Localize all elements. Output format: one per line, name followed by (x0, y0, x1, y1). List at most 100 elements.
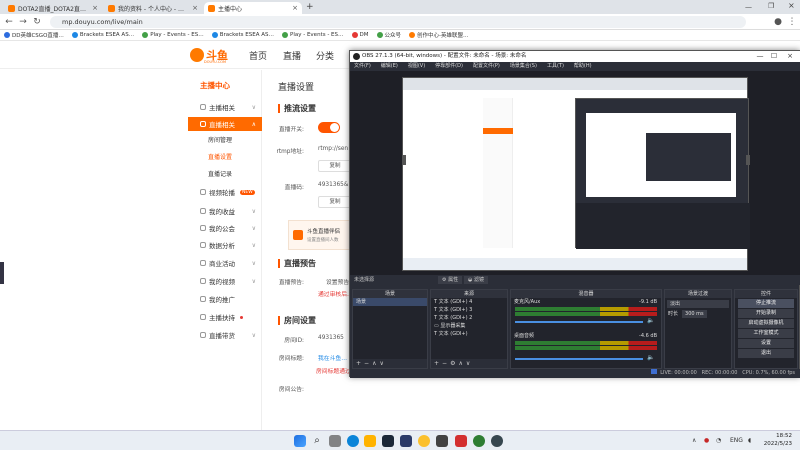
up-icon[interactable]: ∧ (458, 360, 465, 367)
source-item[interactable]: T 文本 (GDI+) (431, 330, 507, 338)
close-window-icon[interactable]: × (788, 1, 795, 10)
remove-icon[interactable]: − (364, 360, 372, 367)
app-icon[interactable] (400, 435, 412, 447)
sidebar-sub-live-settings[interactable]: 直播设置 (188, 151, 262, 165)
menu-profile[interactable]: 配置文件(P) (473, 62, 500, 71)
sidebar-item-business[interactable]: 商业活动 ∨ (188, 256, 262, 270)
bookmark-item[interactable]: Play - Events - ES… (282, 32, 344, 38)
obs-preview[interactable] (350, 71, 800, 275)
speaker-icon[interactable]: 🔈 (647, 317, 654, 324)
app-icon[interactable] (436, 435, 448, 447)
menu-tools[interactable]: 工具(T) (547, 62, 564, 71)
browser-tab-anchor-center[interactable]: 主播中心 × (204, 2, 302, 14)
copy-rtmp-button[interactable]: 复制 (318, 160, 352, 172)
app-icon[interactable] (455, 435, 467, 447)
bookmark-item[interactable]: 创作中心-英雄联盟… (409, 31, 469, 39)
bookmark-item[interactable]: Brackets ESEA AS… (211, 32, 274, 38)
stream-toggle[interactable] (318, 122, 340, 133)
source-item[interactable]: ▭ 显示器采集 (431, 322, 507, 330)
menu-help[interactable]: 帮助(H) (574, 62, 592, 71)
bookmark-item[interactable]: DD英雄CSGO直播… (4, 31, 64, 39)
copy-code-button[interactable]: 复制 (318, 196, 352, 208)
close-icon[interactable]: × (292, 4, 298, 12)
start-icon[interactable] (294, 435, 306, 447)
side-panel-grip[interactable] (0, 262, 4, 284)
bookmark-item[interactable]: 公众号 (376, 31, 401, 39)
virtual-camera-button[interactable]: 启动虚拟摄像机 (738, 319, 794, 328)
clock[interactable]: 18:52 2022/5/23 (732, 432, 792, 448)
antivirus-icon[interactable]: ● (704, 437, 709, 444)
menu-kebab-icon[interactable]: ⋮ (786, 16, 798, 28)
close-icon[interactable]: × (783, 51, 797, 62)
bookmark-item[interactable]: Play - Events - ES… (142, 32, 204, 38)
wechat-icon[interactable] (473, 435, 485, 447)
filters-button[interactable]: ◒ 滤镜 (464, 276, 488, 284)
browser-tab-profile[interactable]: 我的资料 - 个人中心 - 斗鱼 × (104, 2, 202, 14)
down-icon[interactable]: ∨ (466, 360, 473, 367)
source-item[interactable]: T 文本 (GDI+) 4 (431, 298, 507, 306)
bookmark-item[interactable]: DM (351, 32, 369, 38)
steam-icon[interactable] (382, 435, 394, 447)
studio-mode-button[interactable]: 工作室模式 (738, 329, 794, 338)
chrome-icon[interactable] (418, 435, 430, 447)
task-view-icon[interactable] (329, 435, 341, 447)
sidebar-item-live[interactable]: 直播相关 ∧ (188, 117, 262, 131)
minimize-icon[interactable]: — (753, 51, 767, 62)
menu-view[interactable]: 视图(V) (408, 62, 425, 71)
close-icon[interactable]: × (92, 4, 98, 12)
sidebar-item-my-videos[interactable]: 我的视频 ∨ (188, 274, 262, 288)
sidebar-sub-live-records[interactable]: 直播记录 (188, 168, 262, 182)
new-tab-button[interactable]: + (306, 2, 314, 12)
edge-icon[interactable] (347, 435, 359, 447)
sidebar-item-promotion[interactable]: 我的推广 (188, 292, 262, 306)
speaker-icon[interactable]: 🔈 (647, 354, 654, 361)
chat-icon[interactable]: ◔ (716, 437, 721, 444)
preview-handle-right[interactable] (746, 155, 750, 165)
obs-taskbar-icon[interactable] (491, 435, 503, 447)
menu-file[interactable]: 文件(F) (354, 62, 371, 71)
maximize-icon[interactable]: ☐ (767, 51, 781, 62)
bookmark-item[interactable]: Brackets ESEA AS… (71, 32, 134, 38)
menu-docks[interactable]: 停靠部件(D) (435, 62, 463, 71)
minimize-icon[interactable]: — (745, 3, 752, 11)
scene-item[interactable]: 场景 (353, 298, 427, 306)
chevron-up-icon[interactable]: ∧ (692, 437, 696, 444)
volume-slider[interactable] (515, 358, 643, 360)
settings-button[interactable]: 设置 (738, 339, 794, 348)
nav-home[interactable]: 首页 (249, 49, 267, 62)
preview-handle-left[interactable] (402, 155, 406, 165)
file-explorer-icon[interactable] (364, 435, 376, 447)
down-icon[interactable]: ∨ (379, 360, 386, 367)
menu-edit[interactable]: 编辑(E) (381, 62, 398, 71)
close-icon[interactable]: × (192, 4, 198, 12)
sidebar-item-income[interactable]: 我的收益 ∨ (188, 204, 262, 218)
sidebar-item-video-loop[interactable]: 视频轮播 NEW (188, 185, 262, 199)
add-icon[interactable]: + (434, 360, 442, 367)
room-title-value[interactable]: 我在斗鱼… (318, 353, 347, 362)
companion-promo[interactable]: 斗鱼直播伴侣 设置直播间人数 (288, 220, 354, 250)
sidebar-item-support[interactable]: 主播扶持 (188, 310, 262, 324)
start-recording-button[interactable]: 开始录制 (738, 309, 794, 318)
volume-slider[interactable] (515, 321, 643, 323)
reload-icon[interactable]: ↻ (31, 16, 43, 28)
preview-value[interactable]: 设置预告 (326, 277, 349, 286)
source-item[interactable]: T 文本 (GDI+) 3 (431, 306, 507, 314)
sidebar-item-anchor[interactable]: 主播相关 ∨ (188, 100, 262, 114)
url-input[interactable]: mp.douyu.com/live/main (50, 16, 746, 28)
remove-icon[interactable]: − (442, 360, 450, 367)
profile-icon[interactable]: ● (772, 16, 784, 28)
sidebar-sub-room-manage[interactable]: 房间管理 (188, 134, 262, 148)
duration-input[interactable]: 300 ms (682, 310, 707, 318)
properties-button[interactable]: ⚙ 属性 (438, 276, 463, 284)
forward-arrow-icon[interactable]: → (17, 16, 29, 28)
sidebar-item-analytics[interactable]: 数据分析 ∨ (188, 238, 262, 252)
nav-live[interactable]: 直播 (283, 49, 301, 62)
source-item[interactable]: T 文本 (GDI+) 2 (431, 314, 507, 322)
maximize-icon[interactable]: ❐ (768, 2, 774, 10)
search-icon[interactable]: ⌕ (311, 435, 323, 447)
nav-category[interactable]: 分类 (316, 49, 334, 62)
browser-tab-dota2[interactable]: DOTA2直播_DOTA2直播间视频… × (4, 2, 102, 14)
add-icon[interactable]: + (356, 360, 364, 367)
transition-select[interactable]: 淡出 (667, 300, 729, 308)
exit-button[interactable]: 退出 (738, 349, 794, 358)
